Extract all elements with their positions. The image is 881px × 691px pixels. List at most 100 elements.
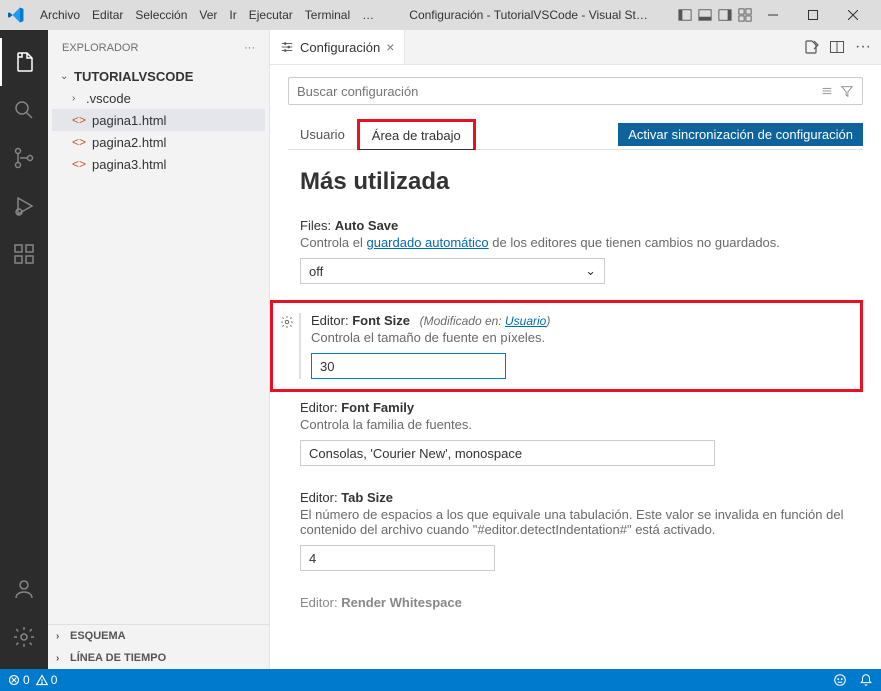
activity-source-control-icon[interactable]	[0, 134, 48, 182]
status-bar: 0 0	[0, 669, 881, 691]
error-count: 0	[23, 673, 30, 687]
split-editor-icon[interactable]	[829, 39, 845, 55]
setting-description: Controla la familia de fuentes.	[300, 417, 863, 432]
setting-label: Editor: Render Whitespace	[300, 595, 863, 610]
tree-file-pagina3[interactable]: <> pagina3.html	[52, 153, 265, 175]
filter-icon[interactable]	[840, 84, 854, 98]
setting-description: El número de espacios a los que equivale…	[300, 507, 863, 537]
section-label: ESQUEMA	[70, 630, 126, 642]
menu-seleccion[interactable]: Selección	[129, 8, 193, 22]
menu-ir[interactable]: Ir	[223, 8, 242, 22]
main-area: EXPLORADOR ··· ⌄ TUTORIALVSCODE › .vscod…	[0, 30, 881, 669]
chevron-right-icon: ›	[56, 631, 70, 642]
menu-ver[interactable]: Ver	[193, 8, 223, 22]
activity-search-icon[interactable]	[0, 86, 48, 134]
settings-search-box[interactable]	[288, 77, 863, 105]
setting-label: Files: Auto Save	[300, 218, 863, 233]
setting-label: Editor: Font Family	[300, 400, 863, 415]
section-timeline[interactable]: › LÍNEA DE TIEMPO	[48, 647, 269, 669]
tree-root-label: TUTORIALVSCODE	[74, 69, 193, 84]
activity-explorer-icon[interactable]	[0, 38, 48, 86]
html-file-icon: <>	[72, 113, 88, 127]
setting-description: Controla el guardado automático de los e…	[300, 235, 863, 250]
tree-folder-vscode[interactable]: › .vscode	[52, 87, 265, 109]
setting-font-size-highlighted: Editor: Font Size (Modificado en: Usuari…	[270, 300, 863, 392]
layout-panel-icon[interactable]	[697, 7, 713, 23]
setting-desc-link[interactable]: guardado automático	[366, 235, 488, 250]
editor-area: Configuración × ··· Usuario Área de trab…	[270, 30, 881, 669]
close-button[interactable]	[833, 1, 873, 29]
modified-scope-link[interactable]: Usuario	[505, 314, 546, 328]
menu-archivo[interactable]: Archivo	[34, 8, 86, 22]
status-warnings[interactable]: 0	[36, 673, 58, 687]
menu-terminal[interactable]: Terminal	[299, 8, 356, 22]
warning-count: 0	[51, 673, 58, 687]
activity-account-icon[interactable]	[0, 565, 48, 613]
sync-settings-button[interactable]: Activar sincronización de configuración	[618, 123, 863, 146]
setting-modified-indicator: (Modificado en: Usuario)	[420, 314, 551, 328]
layout-sidebar-left-icon[interactable]	[677, 7, 693, 23]
tree-file-pagina2[interactable]: <> pagina2.html	[52, 131, 265, 153]
setting-gear-icon[interactable]	[275, 313, 299, 379]
sidebar-bottom-sections: › ESQUEMA › LÍNEA DE TIEMPO	[48, 624, 269, 669]
setting-render-whitespace: Editor: Render Whitespace	[288, 587, 863, 610]
tree-item-label: pagina2.html	[92, 135, 166, 150]
html-file-icon: <>	[72, 157, 88, 171]
tree-item-label: .vscode	[86, 91, 131, 106]
sidebar-title: EXPLORADOR	[62, 42, 138, 54]
tab-size-input[interactable]	[300, 545, 495, 571]
layout-controls	[677, 7, 753, 23]
select-value: off	[309, 264, 323, 279]
sidebar: EXPLORADOR ··· ⌄ TUTORIALVSCODE › .vscod…	[48, 30, 270, 669]
settings-search-input[interactable]	[297, 84, 820, 99]
settings-content: Usuario Área de trabajo Activar sincroni…	[270, 65, 881, 669]
titlebar: Archivo Editar Selección Ver Ir Ejecutar…	[0, 0, 881, 30]
layout-sidebar-right-icon[interactable]	[717, 7, 733, 23]
font-size-input[interactable]	[311, 353, 506, 379]
settings-scope-tabs: Usuario Área de trabajo Activar sincroni…	[288, 119, 863, 150]
setting-font-family: Editor: Font Family Controla la familia …	[288, 392, 863, 482]
sidebar-more-icon[interactable]: ···	[244, 42, 255, 54]
editor-more-icon[interactable]: ···	[855, 38, 871, 56]
tab-configuracion[interactable]: Configuración ×	[270, 30, 405, 64]
activity-run-debug-icon[interactable]	[0, 182, 48, 230]
setting-tab-size: Editor: Tab Size El número de espacios a…	[288, 482, 863, 587]
open-settings-json-icon[interactable]	[803, 39, 819, 55]
section-label: LÍNEA DE TIEMPO	[70, 652, 166, 664]
sidebar-header: EXPLORADOR ···	[48, 30, 269, 65]
status-errors[interactable]: 0	[8, 673, 30, 687]
setting-label: Editor: Font Size (Modificado en: Usuari…	[311, 313, 854, 328]
chevron-right-icon: ›	[72, 93, 86, 104]
vscode-logo-icon	[8, 7, 24, 23]
activity-bar	[0, 30, 48, 669]
clear-search-icon[interactable]	[820, 84, 834, 98]
tree-item-label: pagina3.html	[92, 157, 166, 172]
menu-overflow[interactable]: …	[356, 8, 380, 22]
auto-save-select[interactable]: off ⌄	[300, 258, 605, 284]
chevron-down-icon: ⌄	[60, 71, 74, 82]
chevron-right-icon: ›	[56, 653, 70, 664]
window-title: Configuración - TutorialVSCode - Visual …	[380, 8, 677, 22]
activity-settings-icon[interactable]	[0, 613, 48, 661]
file-tree: ⌄ TUTORIALVSCODE › .vscode <> pagina1.ht…	[48, 65, 269, 175]
menu-ejecutar[interactable]: Ejecutar	[243, 8, 299, 22]
section-outline[interactable]: › ESQUEMA	[48, 625, 269, 647]
scope-tab-user[interactable]: Usuario	[288, 121, 357, 148]
minimize-button[interactable]	[753, 1, 793, 29]
activity-extensions-icon[interactable]	[0, 230, 48, 278]
layout-customize-icon[interactable]	[737, 7, 753, 23]
tree-file-pagina1[interactable]: <> pagina1.html	[52, 109, 265, 131]
status-notifications-icon[interactable]	[859, 673, 873, 687]
html-file-icon: <>	[72, 135, 88, 149]
status-feedback-icon[interactable]	[833, 673, 847, 687]
tab-close-icon[interactable]: ×	[386, 39, 394, 55]
menu-editar[interactable]: Editar	[86, 8, 129, 22]
setting-description: Controla el tamaño de fuente en píxeles.	[311, 330, 854, 345]
setting-label: Editor: Tab Size	[300, 490, 863, 505]
maximize-button[interactable]	[793, 1, 833, 29]
scope-tab-workspace[interactable]: Área de trabajo	[357, 119, 476, 150]
editor-actions: ···	[803, 30, 881, 64]
font-family-input[interactable]	[300, 440, 715, 466]
tree-item-label: pagina1.html	[92, 113, 166, 128]
tree-root-folder[interactable]: ⌄ TUTORIALVSCODE	[52, 65, 265, 87]
